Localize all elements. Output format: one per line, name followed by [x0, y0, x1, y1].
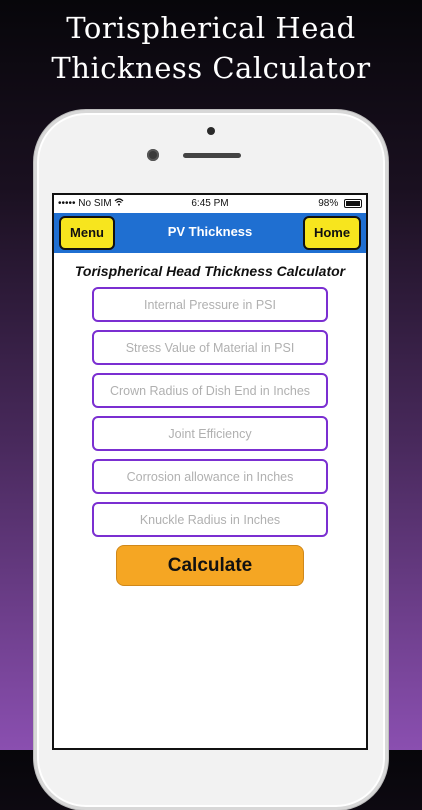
promo-title: Torispherical Head Thickness Calculator — [0, 8, 422, 88]
calculate-button[interactable]: Calculate — [116, 545, 304, 586]
front-camera-icon — [147, 149, 159, 161]
proximity-sensor — [207, 127, 215, 135]
earpiece-speaker — [183, 153, 241, 158]
knuckle-radius-input[interactable] — [92, 502, 328, 537]
input-fields — [54, 287, 366, 537]
battery-fill — [346, 200, 360, 206]
promo-title-line1: Torispherical Head — [66, 11, 356, 45]
nav-bar: Menu PV Thickness Home — [54, 213, 366, 253]
battery-status: 98% — [318, 198, 362, 209]
phone-screen: ••••• No SIM 6:45 PM 98% Menu PV Thickne… — [52, 193, 368, 750]
joint-efficiency-input[interactable] — [92, 416, 328, 451]
battery-percent: 98% — [318, 198, 339, 209]
crown-radius-input[interactable] — [92, 373, 328, 408]
internal-pressure-input[interactable] — [92, 287, 328, 322]
promo-title-line2: Thickness Calculator — [51, 51, 371, 85]
status-bar: ••••• No SIM 6:45 PM 98% — [54, 195, 366, 213]
home-button[interactable]: Home — [303, 216, 361, 250]
corrosion-allowance-input[interactable] — [92, 459, 328, 494]
calculator-title: Torispherical Head Thickness Calculator — [74, 263, 346, 279]
battery-icon — [344, 198, 362, 208]
stress-value-input[interactable] — [92, 330, 328, 365]
